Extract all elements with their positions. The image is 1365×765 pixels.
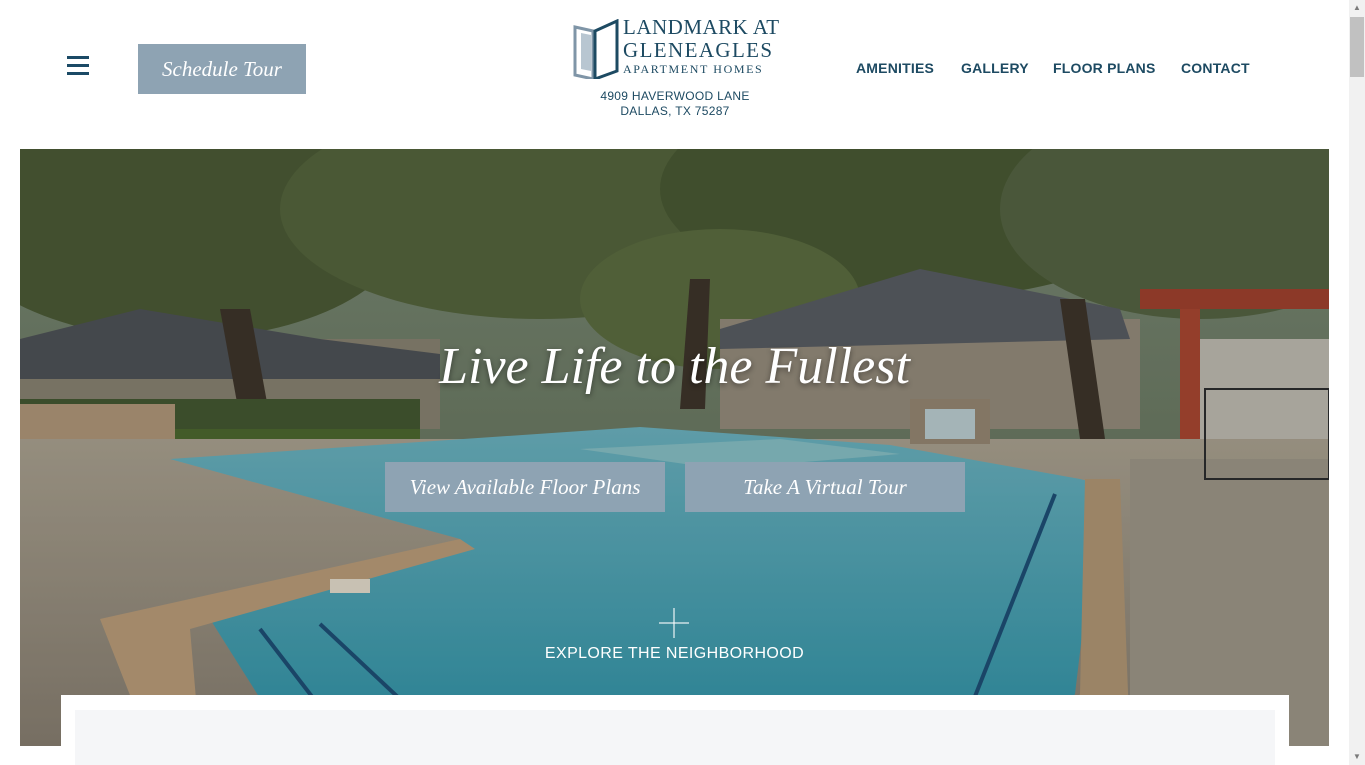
content-card xyxy=(61,695,1289,765)
content-card-inner xyxy=(75,710,1275,765)
explore-neighborhood-link[interactable]: EXPLORE THE NEIGHBORHOOD xyxy=(20,645,1329,663)
address-city: DALLAS, TX 75287 xyxy=(620,104,730,118)
nav-floor-plans[interactable]: FLOOR PLANS xyxy=(1053,60,1156,76)
virtual-tour-button[interactable]: Take A Virtual Tour xyxy=(685,462,965,512)
nav-contact[interactable]: CONTACT xyxy=(1181,60,1250,76)
site-logo[interactable]: LANDMARK AT GLENEAGLES APARTMENT HOMES xyxy=(573,16,783,82)
scroll-up-arrow-icon[interactable]: ▲ xyxy=(1349,0,1365,16)
hero-headline: Live Life to the Fullest xyxy=(439,338,910,395)
scroll-down-arrow-icon[interactable]: ▼ xyxy=(1349,749,1365,765)
plus-icon[interactable] xyxy=(659,608,689,638)
logo-door-icon xyxy=(573,19,619,79)
nav-gallery[interactable]: GALLERY xyxy=(961,60,1029,76)
logo-line-3: APARTMENT HOMES xyxy=(623,62,764,76)
scroll-thumb[interactable] xyxy=(1350,17,1364,77)
logo-line-1: LANDMARK AT xyxy=(623,15,780,39)
address-street: 4909 HAVERWOOD LANE xyxy=(600,89,750,103)
hamburger-menu-icon[interactable] xyxy=(67,56,89,76)
logo-wordmark: LANDMARK AT GLENEAGLES APARTMENT HOMES xyxy=(623,15,780,77)
property-address: 4909 HAVERWOOD LANE DALLAS, TX 75287 xyxy=(575,89,775,119)
hero-banner: Live Life to the Fullest View Available … xyxy=(20,149,1329,746)
nav-amenities[interactable]: AMENITIES xyxy=(856,60,934,76)
vertical-scrollbar[interactable]: ▲ ▼ xyxy=(1349,0,1365,765)
schedule-tour-button[interactable]: Schedule Tour xyxy=(138,44,306,94)
view-floor-plans-button[interactable]: View Available Floor Plans xyxy=(385,462,665,512)
page: Schedule Tour LANDMARK AT GLENEAGLES APA… xyxy=(0,0,1349,765)
logo-line-2: GLENEAGLES xyxy=(623,38,774,62)
